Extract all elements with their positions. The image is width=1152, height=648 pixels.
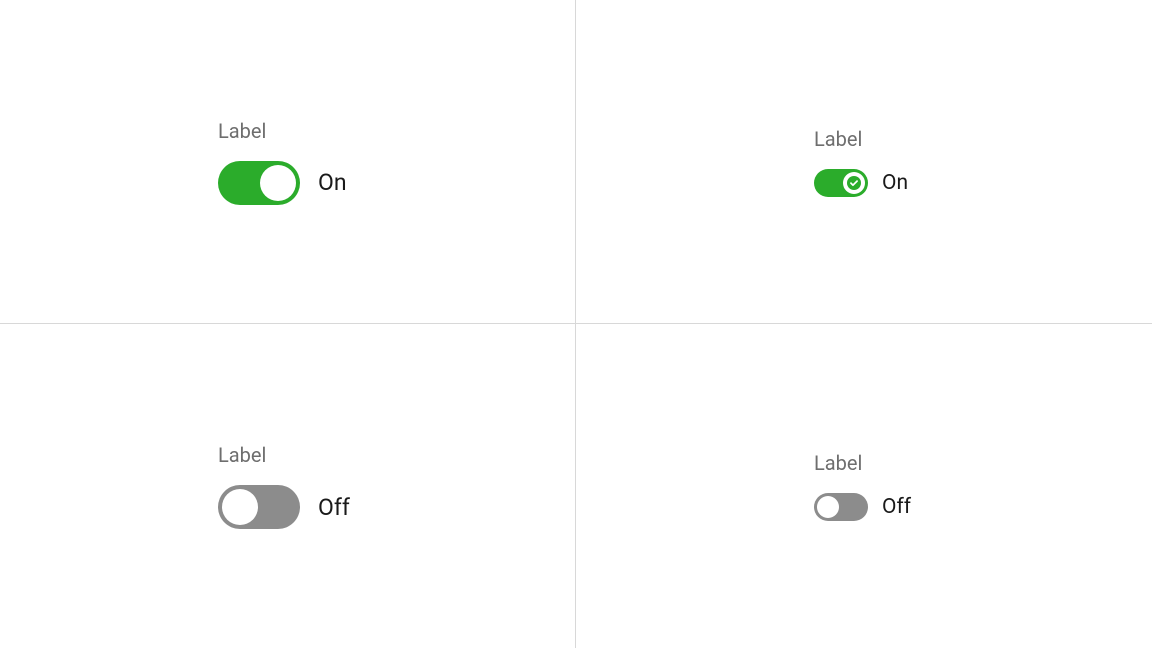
toggle-row: On [814, 169, 908, 197]
toggle-switch-small-on[interactable] [814, 169, 868, 197]
toggle-row: Off [218, 485, 350, 529]
cell-large-off: Label Off [0, 324, 576, 648]
toggle-state-text: On [882, 171, 908, 195]
toggle-row: Off [814, 493, 911, 521]
toggle-switch-large-off[interactable] [218, 485, 300, 529]
cell-small-off: Label Off [576, 324, 1152, 648]
toggle-state-text: Off [318, 494, 350, 521]
cell-large-on: Label On [0, 0, 576, 324]
toggle-group-small-on: Label On [814, 127, 908, 197]
toggle-knob [817, 496, 839, 518]
toggle-state-text: Off [882, 495, 911, 519]
toggle-group-large-on: Label On [218, 119, 347, 205]
toggle-row: On [218, 161, 347, 205]
toggle-knob [843, 172, 865, 194]
toggle-switch-small-off[interactable] [814, 493, 868, 521]
toggle-label: Label [814, 451, 911, 475]
toggle-label: Label [814, 127, 908, 151]
toggle-knob [260, 165, 296, 201]
toggle-knob [222, 489, 258, 525]
toggle-label: Label [218, 443, 350, 467]
toggle-group-small-off: Label Off [814, 451, 911, 521]
toggle-grid: Label On Label [0, 0, 1152, 648]
check-icon [847, 176, 861, 190]
toggle-state-text: On [318, 169, 347, 196]
toggle-switch-large-on[interactable] [218, 161, 300, 205]
toggle-group-large-off: Label Off [218, 443, 350, 529]
cell-small-on: Label On [576, 0, 1152, 324]
toggle-label: Label [218, 119, 347, 143]
